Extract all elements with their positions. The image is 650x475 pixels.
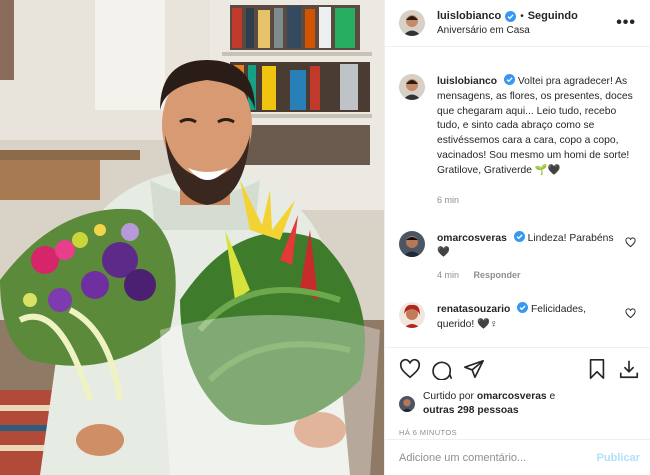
liked-by-connector: e xyxy=(549,391,556,402)
comment-time[interactable]: 4 min xyxy=(437,270,459,280)
comment-like-heart-icon[interactable] xyxy=(625,237,636,248)
liker-avatar[interactable] xyxy=(399,396,415,412)
comment-avatar[interactable] xyxy=(399,230,425,257)
comment-meta: 4 min Responder xyxy=(437,270,614,280)
comment-text: renatasouzario Felicidades, querido! 🖤♀ xyxy=(437,302,614,333)
author-username[interactable]: luislobianco xyxy=(437,10,501,22)
caption-avatar[interactable] xyxy=(399,74,425,100)
liked-by: Curtido por omarcosveras e outras 298 pe… xyxy=(399,390,640,418)
verified-badge-icon xyxy=(517,302,529,314)
comment-icon[interactable] xyxy=(431,358,453,381)
separator-dot: • xyxy=(520,10,524,22)
post-actions: Curtido por omarcosveras e outras 298 pe… xyxy=(385,347,650,437)
post-side-panel: luislobianco • Seguindo Aniversário em C… xyxy=(384,0,650,475)
following-button[interactable]: Seguindo xyxy=(528,10,578,22)
bookmark-icon[interactable] xyxy=(586,358,608,380)
comment-avatar[interactable] xyxy=(399,302,425,329)
reply-button[interactable]: Responder xyxy=(474,270,521,280)
comment-input[interactable] xyxy=(399,451,597,464)
liked-by-user[interactable]: omarcosveras xyxy=(477,391,547,402)
publish-button[interactable]: Publicar xyxy=(597,452,640,464)
download-icon[interactable] xyxy=(618,358,640,380)
share-icon[interactable] xyxy=(463,358,485,380)
liked-by-text: Curtido por omarcosveras e outras 298 pe… xyxy=(423,390,555,418)
caption-item: luislobianco Voltei pra agradecer! As me… xyxy=(399,74,636,205)
comment-like-heart-icon[interactable] xyxy=(625,308,636,319)
verified-badge-icon xyxy=(505,10,517,22)
post-location[interactable]: Aniversário em Casa xyxy=(437,25,612,36)
comment-username[interactable]: renatasouzario xyxy=(437,304,510,315)
caption-text: luislobianco Voltei pra agradecer! As me… xyxy=(437,74,636,179)
add-comment-bar: Publicar xyxy=(385,439,650,475)
caption-username[interactable]: luislobianco xyxy=(437,76,497,87)
verified-badge-icon xyxy=(503,74,515,85)
caption-meta: 6 min xyxy=(437,195,636,205)
liked-by-prefix: Curtido por xyxy=(423,391,474,402)
comments-list: luislobianco Voltei pra agradecer! As me… xyxy=(385,48,650,346)
post-photo[interactable] xyxy=(0,0,384,475)
comment-text: omarcosveras Lindeza! Parabéns 🖤 xyxy=(437,230,614,262)
author-avatar[interactable] xyxy=(399,10,425,36)
comment-item: renatasouzario Felicidades, querido! 🖤♀ xyxy=(399,302,636,333)
more-options-icon[interactable]: ••• xyxy=(612,15,640,31)
comment-username[interactable]: omarcosveras xyxy=(437,233,507,244)
verified-badge-icon xyxy=(513,230,525,242)
author-info: luislobianco • Seguindo Aniversário em C… xyxy=(437,10,612,36)
liked-by-others[interactable]: outras 298 pessoas xyxy=(423,405,519,416)
post-timestamp[interactable]: HÁ 6 MINUTOS xyxy=(399,428,640,437)
comment-item: omarcosveras Lindeza! Parabéns 🖤 4 min R… xyxy=(399,230,636,280)
heart-icon[interactable] xyxy=(399,358,421,380)
caption-time[interactable]: 6 min xyxy=(437,195,459,205)
caption-body: Voltei pra agradecer! As mensagens, as f… xyxy=(437,76,633,176)
post-header: luislobianco • Seguindo Aniversário em C… xyxy=(385,0,650,47)
